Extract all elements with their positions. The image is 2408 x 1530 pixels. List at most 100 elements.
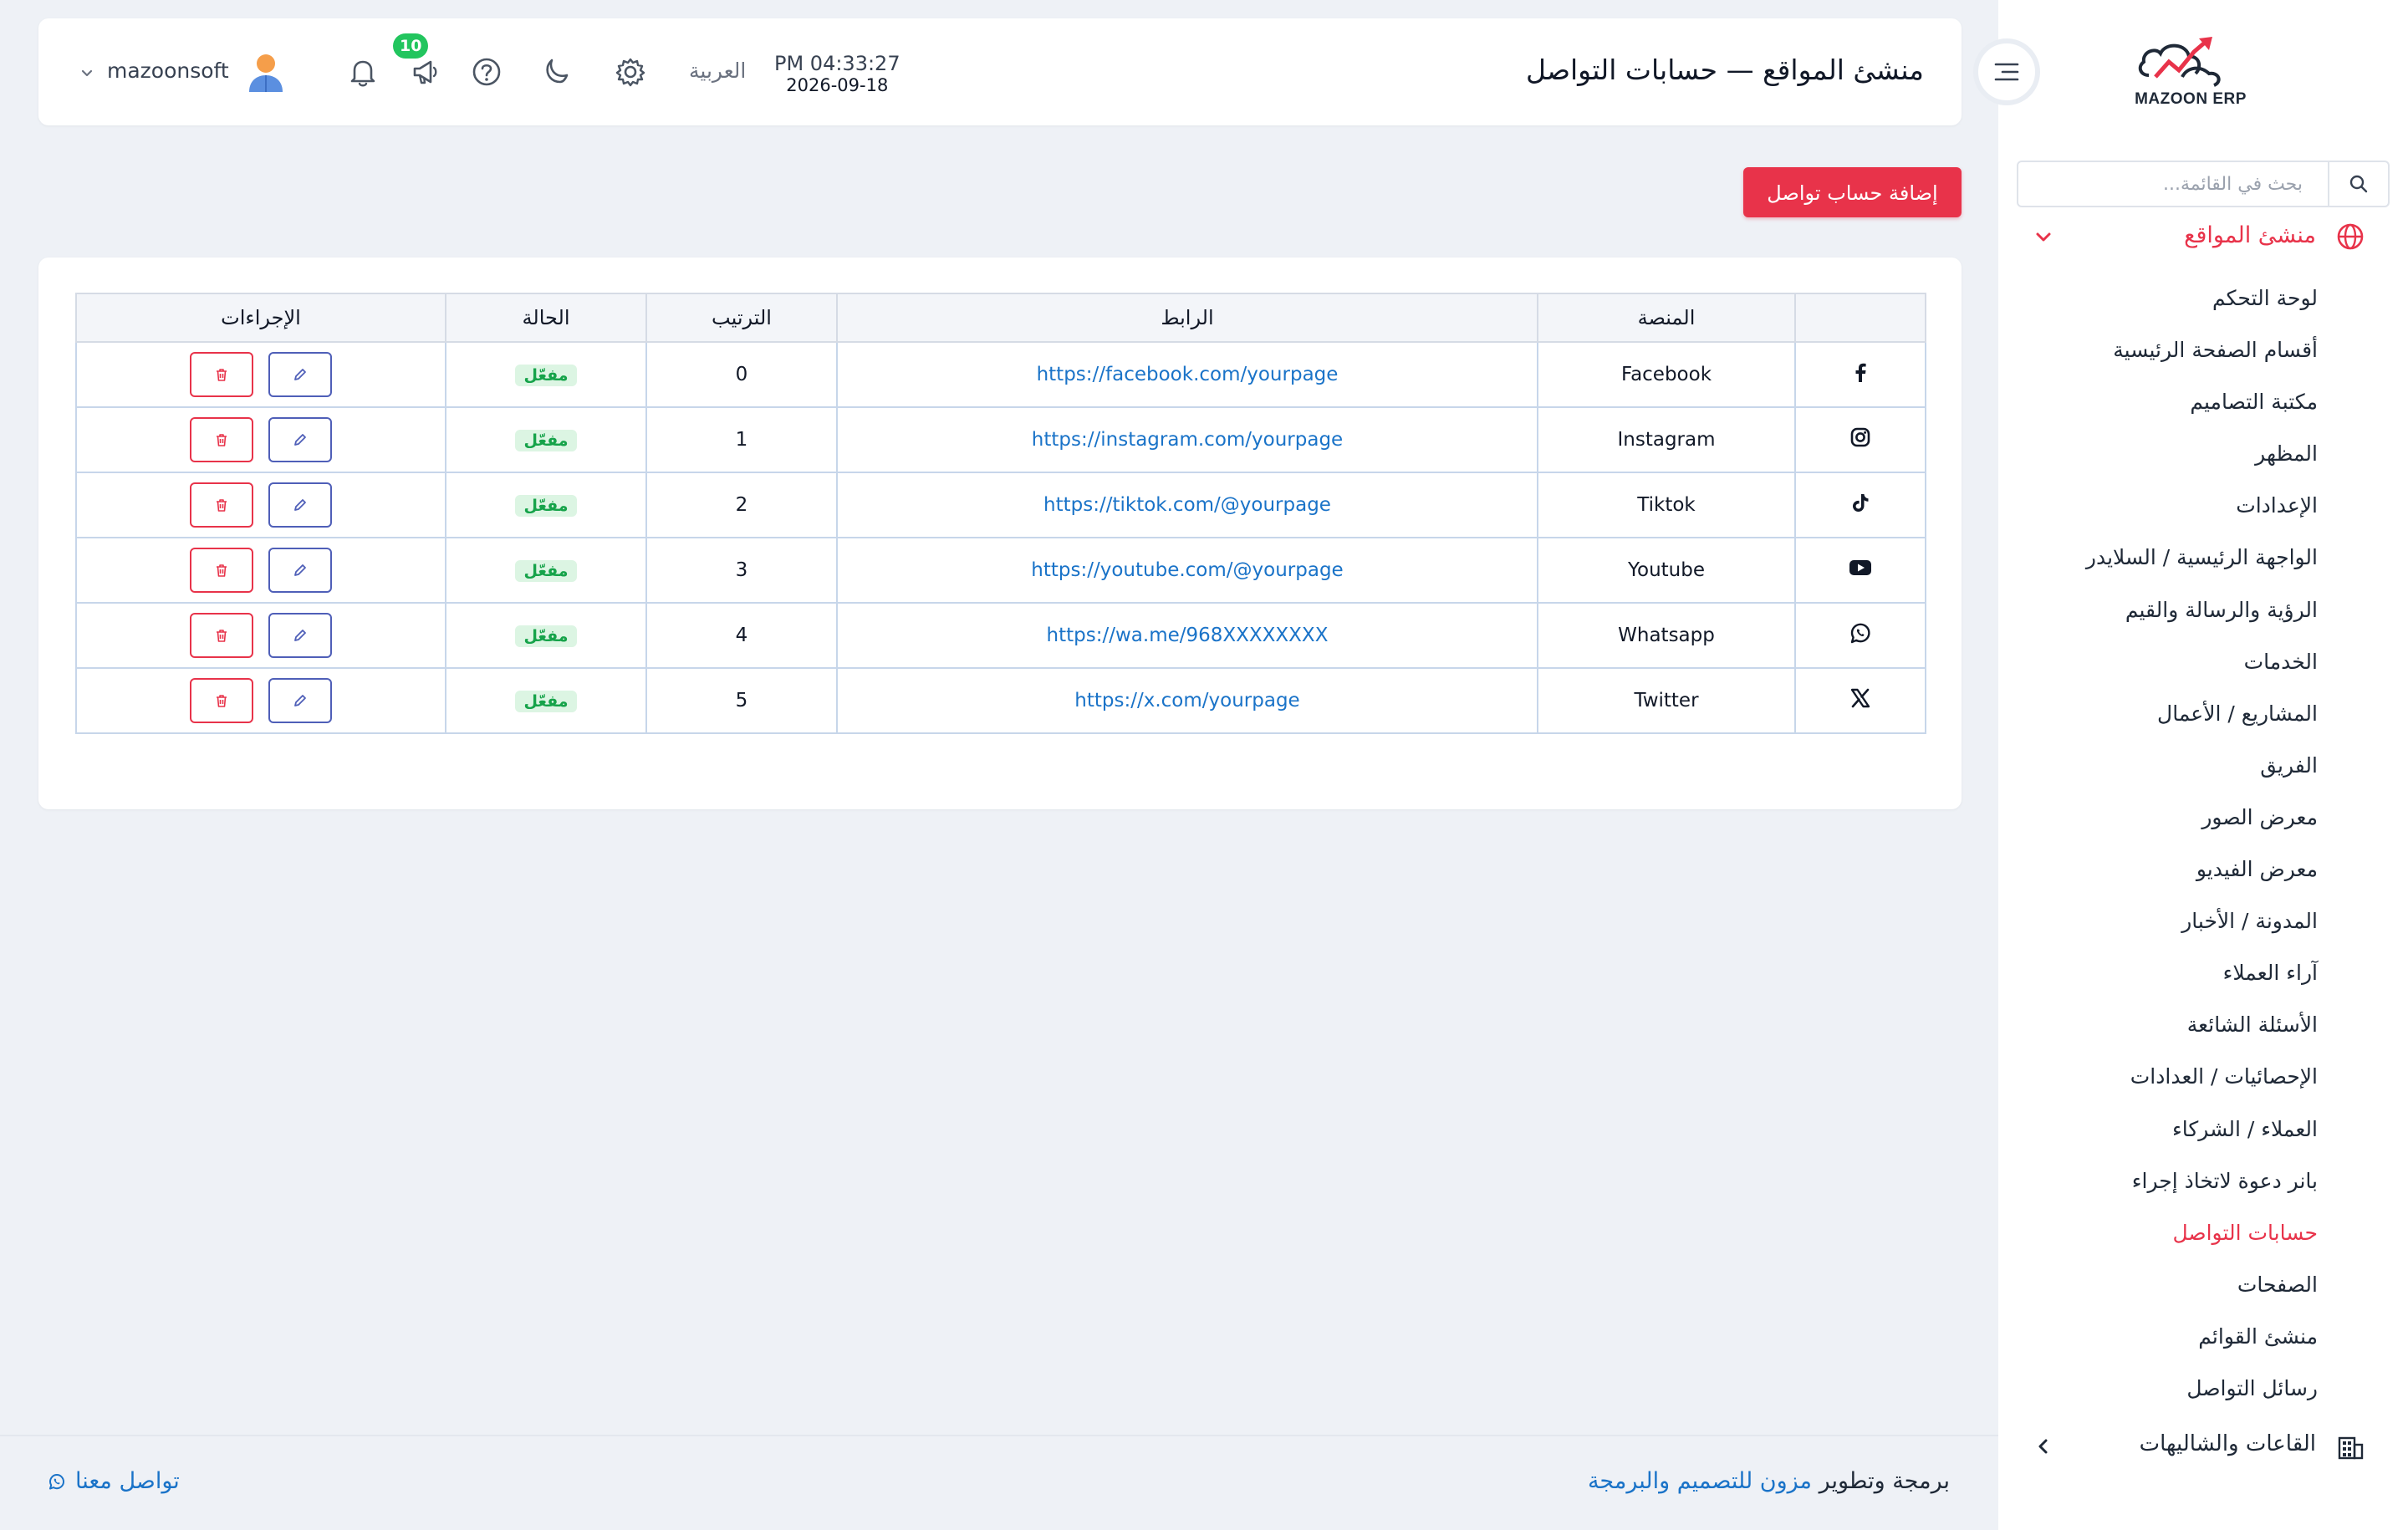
facebook-icon	[1855, 363, 1866, 382]
sidebar-toggle-button[interactable]	[1973, 38, 2040, 105]
delete-button[interactable]	[190, 482, 254, 528]
sidebar-item-cta-banner[interactable]: بانر دعوة لاتخاذ إجراء	[2000, 1163, 2318, 1215]
sidebar-item-clients[interactable]: العملاء / الشركاء	[2000, 1111, 2318, 1163]
platform-name: Youtube	[1537, 537, 1796, 604]
add-social-account-button[interactable]: إضافة حساب تواصل	[1743, 167, 1962, 217]
pencil-icon	[293, 499, 306, 511]
clock-time: PM 04:33:27	[774, 52, 900, 75]
table-row: Instagram https://instagram.com/yourpage…	[75, 406, 1926, 473]
edit-button[interactable]	[268, 548, 332, 593]
sidebar-item-projects[interactable]: المشاريع / الأعمال	[2000, 696, 2318, 747]
actions-cell	[75, 341, 446, 408]
instagram-icon	[1850, 427, 1870, 447]
settings-button[interactable]	[612, 54, 649, 90]
sidebar-item-pages[interactable]: الصفحات	[2000, 1267, 2318, 1318]
table-row: Twitter https://x.com/yourpage 5 مفعّل	[75, 667, 1926, 734]
sidebar-item-testimonials[interactable]: آراء العملاء	[2000, 955, 2318, 1007]
social-accounts-card: المنصة الرابط الترتيب الحالة الإجراءات F…	[38, 258, 1962, 809]
sidebar-item-dashboard[interactable]: لوحة التحكم	[2000, 280, 2318, 332]
notification-count-badge: 10	[393, 33, 429, 59]
delete-button[interactable]	[190, 678, 254, 723]
edit-button[interactable]	[268, 482, 332, 528]
sidebar-nav-list: لوحة التحكم أقسام الصفحة الرئيسية مكتبة …	[2000, 280, 2318, 1422]
sidebar-item-photo-gallery[interactable]: معرض الصور	[2000, 799, 2318, 851]
brand-logo[interactable]: MAZOON ERP	[2132, 33, 2249, 117]
pencil-icon	[293, 564, 306, 576]
sidebar-item-menu-builder[interactable]: منشئ القوائم	[2000, 1318, 2318, 1370]
tiktok-icon	[1853, 494, 1869, 512]
dark-mode-toggle[interactable]	[537, 54, 574, 90]
edit-button[interactable]	[268, 613, 332, 658]
platform-link[interactable]: https://x.com/yourpage	[836, 667, 1538, 734]
chevron-down-icon[interactable]	[79, 65, 95, 82]
gear-icon	[615, 58, 645, 87]
globe-icon	[2337, 223, 2364, 250]
search-button[interactable]	[2328, 162, 2388, 206]
sidebar-item-blog[interactable]: المدونة / الأخبار	[2000, 903, 2318, 955]
delete-button[interactable]	[190, 613, 254, 658]
status-badge: مفعّل	[515, 625, 577, 647]
footer-credit: برمجة وتطوير مزون للتصميم والبرمجة	[1588, 1468, 1950, 1494]
help-button[interactable]	[468, 54, 505, 90]
platform-name: Whatsapp	[1537, 602, 1796, 669]
sidebar-item-video-gallery[interactable]: معرض الفيديو	[2000, 851, 2318, 903]
nav-section-website-builder[interactable]: منشئ المواقع	[1998, 219, 2408, 258]
delete-button[interactable]	[190, 417, 254, 462]
edit-button[interactable]	[268, 417, 332, 462]
sidebar-item-design-library[interactable]: مكتبة التصاميم	[2000, 384, 2318, 436]
sidebar-item-hero-slider[interactable]: الواجهة الرئيسية / السلايدر	[2000, 539, 2318, 591]
sidebar-item-settings[interactable]: الإعدادات	[2000, 487, 2318, 539]
whatsapp-icon	[49, 1473, 64, 1489]
platform-icon-cell	[1794, 406, 1926, 473]
x-twitter-icon	[1850, 688, 1870, 708]
actions-cell	[75, 406, 446, 473]
platform-link[interactable]: https://tiktok.com/@yourpage	[836, 472, 1538, 538]
sidebar-item-team[interactable]: الفريق	[2000, 747, 2318, 799]
notifications-button[interactable]	[344, 54, 381, 90]
sidebar-item-appearance[interactable]: المظهر	[2000, 436, 2318, 487]
sidebar-item-statistics[interactable]: الإحصائيات / العدادات	[2000, 1058, 2318, 1110]
platform-link[interactable]: https://facebook.com/yourpage	[836, 341, 1538, 408]
contact-us-link[interactable]: تواصل معنا	[47, 1468, 180, 1494]
platform-link[interactable]: https://instagram.com/yourpage	[836, 406, 1538, 473]
nav-section-halls-chalets[interactable]: القاعات والشاليهات	[1998, 1430, 2408, 1468]
actions-cell	[75, 537, 446, 604]
platform-icon-cell	[1794, 472, 1926, 538]
sidebar-item-home-sections[interactable]: أقسام الصفحة الرئيسية	[2000, 332, 2318, 384]
announcements-button[interactable]	[408, 54, 445, 90]
delete-button[interactable]	[190, 548, 254, 593]
platform-name: Tiktok	[1537, 472, 1796, 538]
nav-section-label: القاعات والشاليهات	[2139, 1431, 2316, 1456]
sidebar-search-input[interactable]	[2037, 169, 2304, 199]
sidebar-item-faq[interactable]: الأسئلة الشائعة	[2000, 1007, 2318, 1058]
status-cell: مفعّل	[445, 537, 647, 604]
edit-button[interactable]	[268, 678, 332, 723]
platform-link[interactable]: https://youtube.com/@yourpage	[836, 537, 1538, 604]
sidebar-item-contact-messages[interactable]: رسائل التواصل	[2000, 1370, 2318, 1422]
username[interactable]: mazoonsoft	[107, 59, 229, 83]
platform-icon-cell	[1794, 602, 1926, 669]
avatar[interactable]	[246, 52, 286, 94]
platform-name: Twitter	[1537, 667, 1796, 734]
help-icon	[472, 58, 501, 86]
platform-name: Instagram	[1537, 406, 1796, 473]
delete-button[interactable]	[190, 352, 254, 397]
whatsapp-icon	[1850, 623, 1870, 644]
building-icon	[2338, 1436, 2364, 1460]
sidebar-item-social-accounts[interactable]: حسابات التواصل	[2000, 1215, 2318, 1267]
sidebar-item-vision-mission[interactable]: الرؤية والرسالة والقيم	[2000, 592, 2318, 644]
platform-link[interactable]: https://wa.me/968XXXXXXXX	[836, 602, 1538, 669]
trash-icon	[217, 630, 227, 642]
edit-button[interactable]	[268, 352, 332, 397]
status-cell: مفعّل	[445, 472, 647, 538]
language-switcher[interactable]: العربية	[689, 59, 746, 83]
top-header: منشئ المواقع — حسابات التواصل PM 04:33:2…	[38, 18, 1962, 125]
status-cell: مفعّل	[445, 341, 647, 408]
credit-link[interactable]: مزون للتصميم والبرمجة	[1588, 1468, 1812, 1494]
trash-icon	[217, 499, 227, 512]
sidebar-item-services[interactable]: الخدمات	[2000, 644, 2318, 696]
status-badge: مفعّل	[515, 559, 577, 582]
status-cell: مفعّل	[445, 602, 647, 669]
platform-name: Facebook	[1537, 341, 1796, 408]
chevron-left-icon	[2038, 1439, 2048, 1454]
